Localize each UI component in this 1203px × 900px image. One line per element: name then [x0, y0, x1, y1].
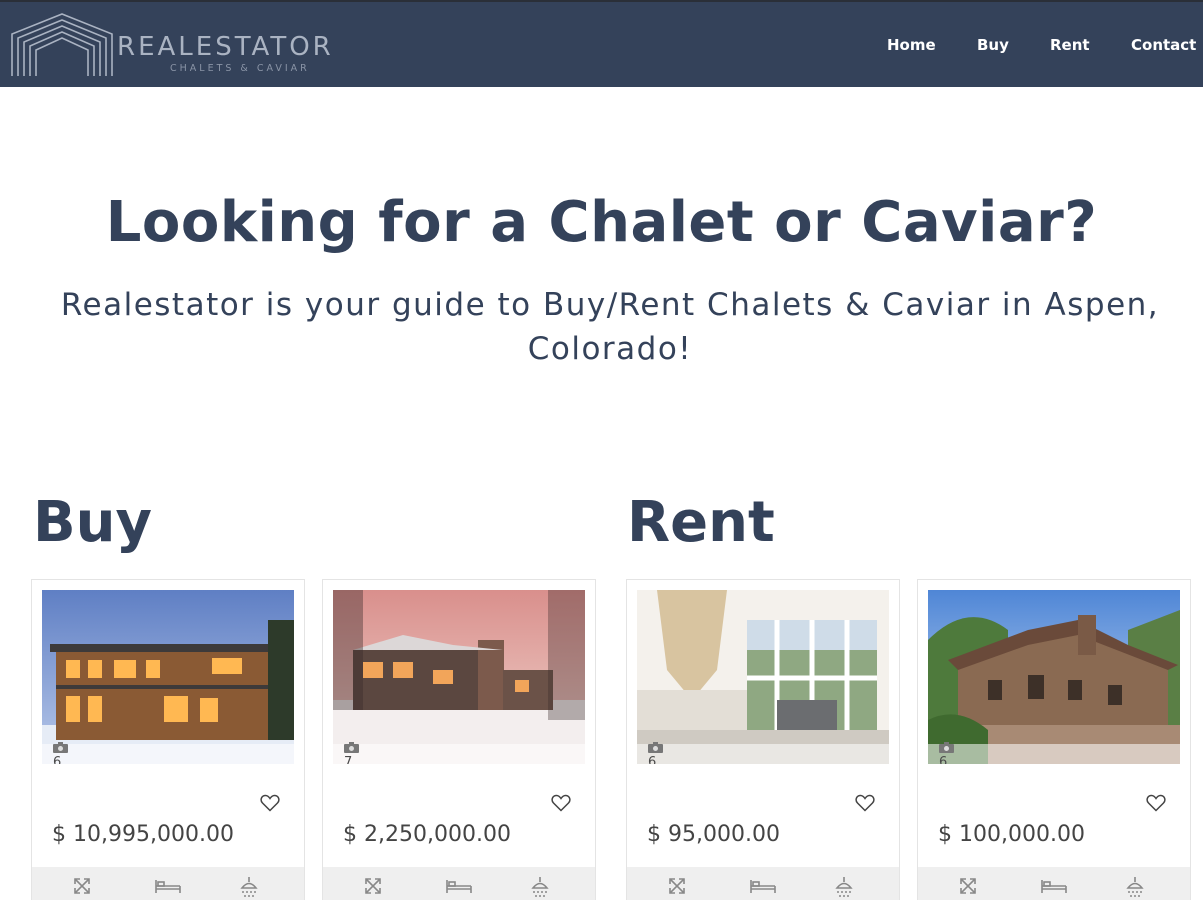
bed-icon	[155, 880, 181, 893]
area-icon	[365, 878, 381, 894]
area-icon	[960, 878, 976, 894]
photo-count: 6	[939, 755, 948, 764]
photo-count-badge: 6	[637, 742, 889, 764]
nav-buy[interactable]: Buy	[977, 36, 1009, 54]
listing-price: $ 2,250,000.00	[343, 822, 511, 847]
favorite-heart-icon[interactable]	[551, 794, 571, 812]
listing-features	[918, 867, 1190, 900]
photo-count: 6	[648, 755, 657, 764]
listing-photo[interactable]: 6	[637, 590, 889, 764]
hero-title: Looking for a Chalet or Caviar?	[105, 190, 1098, 255]
camera-icon	[344, 742, 359, 753]
top-navbar: REALESTATOR CHALETS & CAVIAR Home Buy Re…	[0, 0, 1203, 87]
brand-logo[interactable]: REALESTATOR CHALETS & CAVIAR	[10, 12, 390, 82]
camera-icon	[648, 742, 663, 753]
listing-card-rent-1[interactable]: 6 $ 95,000.00	[626, 579, 900, 900]
favorite-heart-icon[interactable]	[1146, 794, 1166, 812]
listing-features	[323, 867, 595, 900]
hero-subtitle: Realestator is your guide to Buy/Rent Ch…	[60, 287, 1160, 367]
listing-features	[627, 867, 899, 900]
photo-count: 6	[53, 755, 62, 764]
brand-tagline: CHALETS & CAVIAR	[170, 63, 310, 74]
brand-name: REALESTATOR	[117, 32, 334, 62]
buy-section-title: Buy	[33, 490, 153, 555]
bed-icon	[446, 880, 472, 893]
camera-icon	[53, 742, 68, 753]
photo-count-badge: 7	[333, 742, 585, 764]
listing-photo[interactable]: 7	[333, 590, 585, 764]
listing-photo[interactable]: 6	[928, 590, 1180, 764]
logo-mark-icon	[11, 13, 113, 76]
photo-count-badge: 6	[928, 742, 1180, 764]
shower-icon	[240, 877, 258, 897]
listing-price: $ 10,995,000.00	[52, 822, 234, 847]
listing-price: $ 95,000.00	[647, 822, 780, 847]
camera-icon	[939, 742, 954, 753]
listing-price: $ 100,000.00	[938, 822, 1085, 847]
listing-card-buy-2[interactable]: 7 $ 2,250,000.00	[322, 579, 596, 900]
area-icon	[669, 878, 685, 894]
nav-rent[interactable]: Rent	[1050, 36, 1090, 54]
listing-card-buy-1[interactable]: 6 $ 10,995,000.00	[31, 579, 305, 900]
listing-photo[interactable]: 6	[42, 590, 294, 764]
photo-count: 7	[344, 755, 353, 764]
shower-icon	[1126, 877, 1144, 897]
photo-count-badge: 6	[42, 742, 294, 764]
nav-home[interactable]: Home	[887, 36, 936, 54]
rent-section-title: Rent	[627, 490, 775, 555]
shower-icon	[531, 877, 549, 897]
favorite-heart-icon[interactable]	[855, 794, 875, 812]
bed-icon	[1041, 880, 1067, 893]
bed-icon	[750, 880, 776, 893]
nav-contact[interactable]: Contact	[1131, 36, 1196, 54]
shower-icon	[835, 877, 853, 897]
listing-features	[32, 867, 304, 900]
favorite-heart-icon[interactable]	[260, 794, 280, 812]
listing-card-rent-2[interactable]: 6 $ 100,000.00	[917, 579, 1191, 900]
area-icon	[74, 878, 90, 894]
